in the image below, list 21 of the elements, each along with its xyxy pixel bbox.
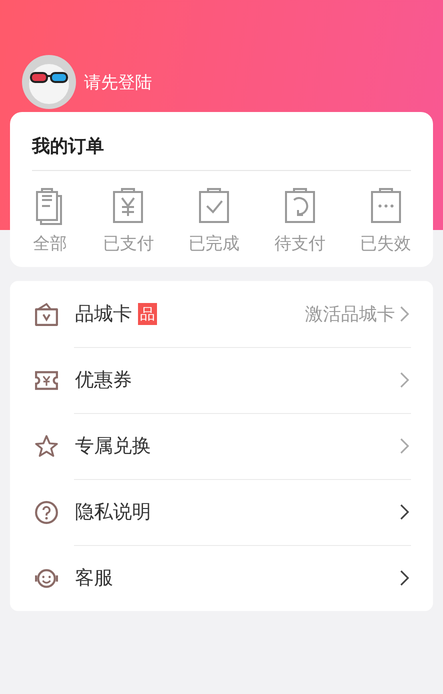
chevron-right-icon[interactable] [399, 503, 411, 521]
section-title: 我的订单 [32, 112, 411, 171]
menu-item[interactable]: 客服 [75, 565, 113, 591]
card-icon [34, 302, 59, 326]
clipboard-icon [196, 186, 232, 226]
help-icon [34, 500, 59, 524]
avatar-icon[interactable] [22, 55, 76, 109]
menu-item[interactable]: 优惠券 [75, 367, 132, 393]
order-status-button[interactable]: 全部 [32, 186, 68, 255]
star-icon [34, 434, 59, 458]
login-prompt[interactable]: 请先登陆 [84, 70, 152, 94]
menu-value: 激活品城卡 [305, 303, 395, 326]
order-status-button[interactable]: 待支付 [274, 186, 326, 255]
order-status-button[interactable]: 已支付 [102, 186, 154, 255]
tag: 品 [138, 303, 157, 325]
menu-item[interactable]: 品城卡 [75, 301, 132, 327]
order-status-button[interactable]: 已完成 [188, 186, 240, 255]
menu-item[interactable]: 隐私说明 [75, 499, 151, 525]
chevron-right-icon[interactable] [399, 569, 411, 587]
menu-item[interactable]: 专属兑换 [75, 433, 151, 459]
order-status-button[interactable]: 已失效 [360, 186, 411, 255]
